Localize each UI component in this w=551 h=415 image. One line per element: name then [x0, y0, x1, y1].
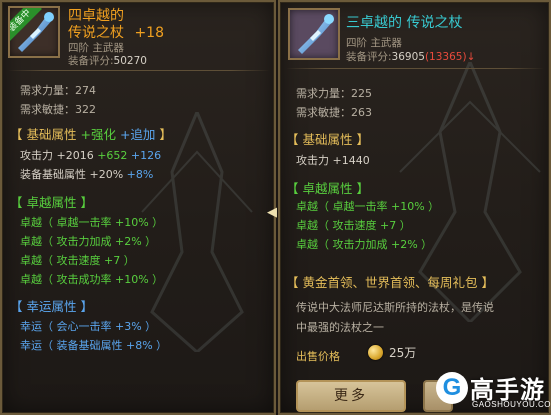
req-strength: 需求力量：274	[20, 84, 96, 97]
header-close: 】	[159, 127, 172, 142]
enhance-header-text: +强化	[80, 127, 116, 142]
req-agility: 需求敏捷：263	[296, 106, 372, 119]
eq-base-value: +20%	[86, 168, 124, 181]
compare-arrow-icon: ◀	[267, 205, 277, 220]
luck-header: 【 幸运属性 】	[10, 299, 93, 314]
score-down-icon: ↓	[466, 51, 476, 63]
item-score: 装备评分:50270	[68, 53, 147, 68]
excellent-attr: 卓越（ 攻击成功率 +10% ）	[20, 273, 164, 286]
base-attr-header: 【 基础属性 +强化 +追加 】	[10, 124, 172, 143]
excellent-attr: 卓越（ 攻击力加成 +2% ）	[20, 235, 157, 248]
score-value: 36905	[391, 51, 425, 63]
luck-attr: 幸运（ 装备基础属性 +8% ）	[20, 339, 168, 352]
divider	[286, 68, 544, 69]
item-name: 传说之杖	[68, 25, 124, 41]
excellent-attr: 卓越（ 卓越一击率 +10% ）	[20, 216, 164, 229]
excellent-header: 【 卓越属性 】	[286, 181, 369, 196]
req-strength: 需求力量：225	[296, 87, 372, 100]
attack-line: 攻击力 +2016 +652 +126	[20, 147, 161, 163]
equipped-item-tooltip: 装备中 四卓越的 传说之杖 +18 四阶 主武器 装备评分:50270 需求力量…	[0, 0, 276, 415]
excellent-attr: 卓越（ 攻击速度 +7 ）	[296, 219, 411, 232]
attack-enhance: +652	[93, 149, 128, 162]
source-header: 【 黄金首领、世界首领、每周礼包 】	[286, 275, 494, 290]
watermark-url: GAOSHOUYOU.COM	[472, 400, 551, 409]
sell-price-label: 出售价格	[296, 350, 340, 363]
item-tier: 四阶 主武器	[346, 37, 402, 49]
score-label: 装备评分:	[346, 51, 392, 63]
description-line: 传说中大法师尼达斯所持的法杖，是传说	[296, 301, 494, 314]
excellent-attr: 卓越（ 攻击力加成 +2% ）	[296, 238, 433, 251]
eq-base-add: +8%	[123, 168, 154, 181]
description-line: 中最强的法杖之一	[296, 321, 384, 334]
more-button[interactable]: 更多	[296, 380, 406, 412]
watermark: G 高手游 GAOSHOUYOU.COM	[436, 370, 551, 415]
excellent-attr: 卓越（ 攻击速度 +7 ）	[20, 254, 135, 267]
watermark-logo-icon: G	[436, 372, 468, 404]
score-value: 50270	[113, 55, 147, 67]
eq-base-label: 装备基础属性	[20, 168, 86, 181]
add-header-text: +追加	[119, 127, 156, 142]
base-attr-header: 【 基础属性 】	[286, 132, 369, 147]
excellent-attr: 卓越（ 卓越一击率 +10% ）	[296, 200, 440, 213]
sell-price-value: 25万	[389, 346, 417, 360]
score-label: 装备评分:	[68, 55, 114, 67]
score-diff: (13365)	[424, 51, 467, 63]
eq-base-line: 装备基础属性 +20% +8%	[20, 166, 153, 182]
item-slot[interactable]	[288, 8, 340, 60]
enhance-level: +18	[134, 25, 164, 41]
item-name: 三卓越的 传说之杖	[346, 15, 463, 31]
staff-icon	[298, 14, 334, 54]
attack-label: 攻击力	[20, 149, 53, 162]
req-agility: 需求敏捷：322	[20, 103, 96, 116]
item-slot[interactable]: 装备中	[8, 6, 60, 58]
base-header-text: 【 基础属性	[10, 127, 77, 142]
divider	[8, 70, 270, 71]
attack-add: +126	[127, 149, 162, 162]
luck-attr: 幸运（ 会心一击率 +3% ）	[20, 320, 157, 333]
attack-line: 攻击力 +1440	[296, 154, 370, 167]
item-name-line2: 传说之杖 +18	[68, 22, 164, 42]
excellent-header: 【 卓越属性 】	[10, 195, 93, 210]
item-score: 装备评分:36905(13365)↓	[346, 49, 475, 64]
coin-icon	[368, 345, 383, 360]
attack-base: +2016	[53, 149, 94, 162]
